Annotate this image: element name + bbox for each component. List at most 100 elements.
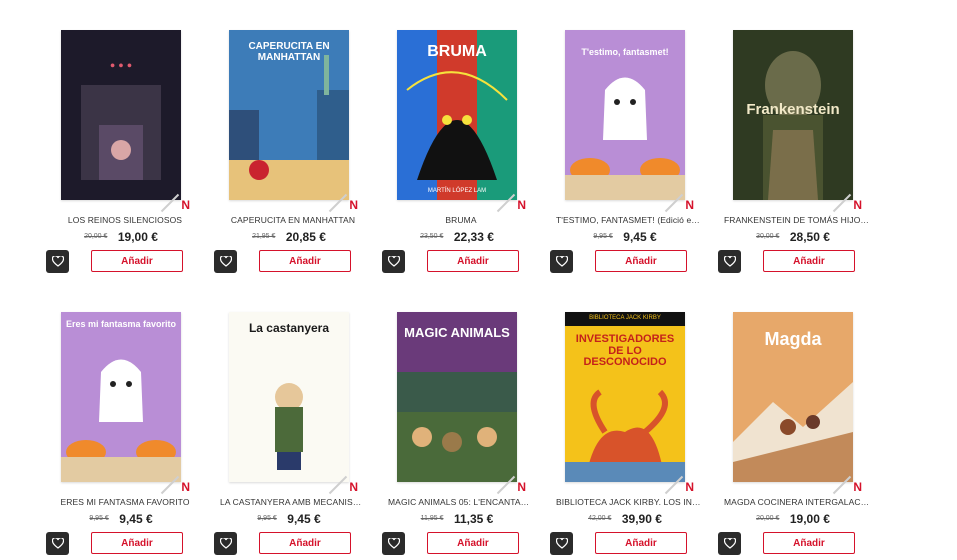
wishlist-button[interactable] [382, 250, 405, 273]
wishlist-button[interactable] [46, 250, 69, 273]
add-to-cart-button[interactable]: Añadir [763, 250, 855, 272]
add-to-cart-button[interactable]: Añadir [91, 250, 183, 272]
novelty-badge: N [685, 198, 694, 212]
novelty-badge: N [349, 480, 358, 494]
cover-title: INVESTIGADORES DE LO DESCONOCIDO [575, 333, 675, 369]
product-card: Frankenstein N FRANKENSTEIN DE TOMÁS HIJ… [718, 8, 870, 278]
book-cover-link[interactable]: La castanyera N [214, 290, 364, 495]
book-cover-link[interactable]: Eres mi fantasma favorito N [46, 290, 196, 495]
book-cover-image: MAGIC ANIMALS [397, 312, 517, 482]
wishlist-button[interactable] [550, 250, 573, 273]
old-price: 42,00 € [588, 515, 612, 523]
product-title[interactable]: LOS REINOS SILENCIOSOS [52, 215, 198, 225]
product-card: INVESTIGADORES DE LO DESCONOCIDO BIBLIOT… [550, 290, 702, 560]
heart-icon [51, 256, 64, 267]
book-cover-image: INVESTIGADORES DE LO DESCONOCIDO BIBLIOT… [565, 312, 685, 482]
product-grid: • • • N LOS REINOS SILENCIOSOS 20,00 € 1… [0, 0, 957, 560]
add-to-cart-button[interactable]: Añadir [427, 532, 519, 554]
heart-icon [723, 538, 736, 549]
product-title[interactable]: BRUMA [388, 215, 534, 225]
product-title[interactable]: MAGDA COCINERA INTERGALACTIC... [724, 497, 870, 507]
add-to-cart-button[interactable]: Añadir [595, 532, 687, 554]
heart-icon [387, 256, 400, 267]
cover-title: T'estimo, fantasmet! [581, 47, 669, 57]
product-title[interactable]: T'ESTIMO, FANTASMET! (Edició en c... [556, 215, 702, 225]
old-price: 9,95 € [257, 515, 277, 523]
add-to-cart-button[interactable]: Añadir [595, 250, 687, 272]
novelty-badge: N [517, 198, 526, 212]
current-price: 19,00 € [117, 229, 158, 244]
product-card: T'estimo, fantasmet! N T'ESTIMO, FANTASM… [550, 8, 702, 278]
old-price: 20,00 € [84, 233, 108, 241]
heart-icon [219, 538, 232, 549]
novelty-badge: N [517, 480, 526, 494]
product-title[interactable]: MAGIC ANIMALS 05: L'ENCANTADO... [388, 497, 534, 507]
novelty-badge: N [853, 480, 862, 494]
price-row: 21,95 € 20,85 € [214, 228, 364, 246]
wishlist-button[interactable] [46, 532, 69, 555]
old-price: 9,95 € [89, 515, 109, 523]
add-to-cart-button[interactable]: Añadir [427, 250, 519, 272]
book-cover-link[interactable]: Magda N [718, 290, 868, 495]
price-row: 9,95 € 9,45 € [550, 228, 700, 246]
add-to-cart-button[interactable]: Añadir [259, 250, 351, 272]
current-price: 39,90 € [621, 511, 662, 526]
add-to-cart-button[interactable]: Añadir [259, 532, 351, 554]
old-price: 11,95 € [420, 515, 444, 523]
wishlist-button[interactable] [718, 532, 741, 555]
wishlist-button[interactable] [382, 532, 405, 555]
product-title[interactable]: FRANKENSTEIN DE TOMÁS HIJO (No... [724, 215, 870, 225]
old-price: 21,95 € [252, 233, 276, 241]
book-cover-image: T'estimo, fantasmet! [565, 30, 685, 200]
current-price: 9,45 € [623, 229, 657, 244]
price-row: 9,95 € 9,45 € [214, 510, 364, 528]
book-cover-link[interactable]: CAPERUCITA EN MANHATTAN N [214, 8, 364, 213]
product-title[interactable]: ERES MI FANTASMA FAVORITO [52, 497, 198, 507]
wishlist-button[interactable] [550, 532, 573, 555]
current-price: 28,50 € [789, 229, 830, 244]
cover-title: BRUMA [427, 43, 487, 60]
book-cover-link[interactable]: Frankenstein N [718, 8, 868, 213]
novelty-badge: N [685, 480, 694, 494]
product-title[interactable]: BIBLIOTECA JACK KIRBY. LOS INVES... [556, 497, 702, 507]
cover-title: Frankenstein [746, 101, 840, 118]
product-card: BRUMA MARTÍN LÓPEZ LAM N BRUMA 23,50 € 2… [382, 8, 532, 278]
price-row: 30,00 € 28,50 € [718, 228, 868, 246]
book-cover-link[interactable]: T'estimo, fantasmet! N [550, 8, 700, 213]
product-card: MAGIC ANIMALS N MAGIC ANIMALS 05: L'ENCA… [382, 290, 534, 560]
product-card: CAPERUCITA EN MANHATTAN N CAPERUCITA EN … [214, 8, 364, 278]
wishlist-button[interactable] [214, 532, 237, 555]
heart-icon [555, 256, 568, 267]
book-cover-image: La castanyera [229, 312, 349, 482]
book-cover-image: Eres mi fantasma favorito [61, 312, 181, 482]
current-price: 9,45 € [287, 511, 321, 526]
book-cover-image: Frankenstein [733, 30, 853, 200]
heart-icon [555, 538, 568, 549]
book-cover-link[interactable]: MAGIC ANIMALS N [382, 290, 532, 495]
product-card: • • • N LOS REINOS SILENCIOSOS 20,00 € 1… [46, 8, 196, 278]
cover-title: Eres mi fantasma favorito [65, 319, 177, 329]
product-title[interactable]: CAPERUCITA EN MANHATTAN [220, 215, 366, 225]
book-cover-link[interactable]: INVESTIGADORES DE LO DESCONOCIDO BIBLIOT… [550, 290, 700, 495]
book-cover-link[interactable]: BRUMA MARTÍN LÓPEZ LAM N [382, 8, 532, 213]
cover-title: La castanyera [248, 321, 330, 335]
wishlist-button[interactable] [214, 250, 237, 273]
old-price: 20,00 € [756, 515, 780, 523]
wishlist-button[interactable] [718, 250, 741, 273]
product-card: La castanyera N LA CASTANYERA AMB MECANI… [214, 290, 366, 560]
add-to-cart-button[interactable]: Añadir [763, 532, 855, 554]
product-title[interactable]: LA CASTANYERA AMB MECANISMES... [220, 497, 366, 507]
add-to-cart-button[interactable]: Añadir [91, 532, 183, 554]
heart-icon [387, 538, 400, 549]
book-cover-image: CAPERUCITA EN MANHATTAN [229, 30, 349, 200]
book-cover-image: Magda [733, 312, 853, 482]
novelty-badge: N [349, 198, 358, 212]
product-card: Eres mi fantasma favorito N ERES MI FANT… [46, 290, 196, 560]
current-price: 22,33 € [453, 229, 494, 244]
price-row: 20,00 € 19,00 € [718, 510, 868, 528]
book-cover-link[interactable]: • • • N [46, 8, 196, 213]
old-price: 9,95 € [593, 233, 613, 241]
heart-icon [219, 256, 232, 267]
price-row: 9,95 € 9,45 € [46, 510, 196, 528]
product-card: Magda N MAGDA COCINERA INTERGALACTIC... … [718, 290, 870, 560]
